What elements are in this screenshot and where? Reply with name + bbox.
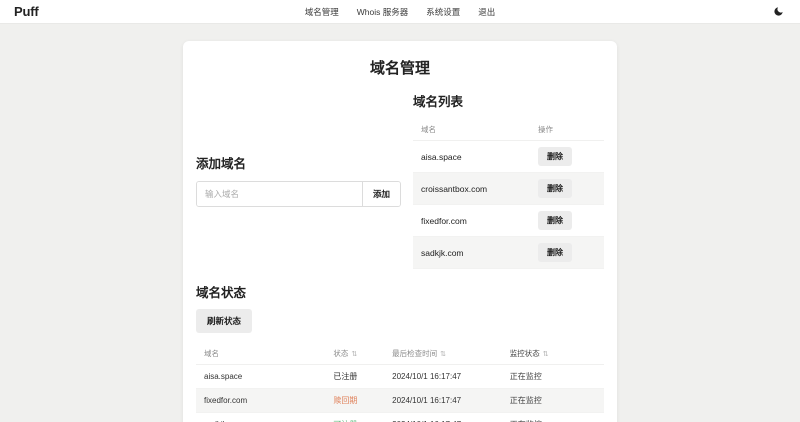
domain-name: aisa.space bbox=[421, 151, 462, 162]
delete-button[interactable]: 删除 bbox=[538, 211, 572, 230]
domain-list-rows: aisa.space 删除 croissantbox.com 删除 fixedf… bbox=[413, 141, 604, 269]
add-domain-form: 添加 bbox=[196, 181, 401, 207]
row-actions: 删除 bbox=[538, 243, 596, 262]
domain-name: croissantbox.com bbox=[421, 183, 488, 194]
column-header-domain: 域名 bbox=[421, 125, 436, 134]
last-checked-time: 2024/10/1 16:17:47 bbox=[392, 396, 462, 405]
nav-item[interactable]: 系统设置 bbox=[426, 6, 460, 18]
domain-name: sadkjk.com bbox=[421, 247, 464, 258]
nav-item[interactable]: 域名管理 bbox=[305, 6, 339, 18]
page-body: 域名管理 添加域名 添加 域名列表 域名 操作 bbox=[0, 24, 800, 422]
top-columns: 添加域名 添加 域名列表 域名 操作 bbox=[196, 91, 604, 269]
sort-icon: ⇅ bbox=[440, 351, 447, 358]
sort-icon: ⇅ bbox=[542, 351, 549, 358]
column-header-action: 操作 bbox=[538, 125, 553, 134]
column-header-status[interactable]: 状态 ⇅ bbox=[333, 348, 392, 359]
column-header-last-checked[interactable]: 最后检查时间 ⇅ bbox=[392, 348, 510, 359]
column-header-monitor-label: 监控状态 bbox=[509, 349, 540, 358]
domain-list-table: 域名 操作 aisa.space 删除 croissantbox.com 删除 … bbox=[413, 119, 604, 269]
navbar: Puff 域名管理 Whois 服务器 系统设置 退出 bbox=[0, 0, 800, 24]
domain-status-table: 域名 状态 ⇅ 最后检查时间 ⇅ 监控状态 ⇅ aisa.space 已注册 202 bbox=[196, 343, 604, 422]
row-actions: 删除 bbox=[538, 147, 596, 166]
domain-status-value: 已注册 bbox=[333, 372, 358, 381]
domain-list-section: 域名列表 域名 操作 aisa.space 删除 croissantbox.co… bbox=[413, 91, 604, 269]
domain-list-row: fixedfor.com 删除 bbox=[413, 205, 604, 237]
domain-list-header-row: 域名 操作 bbox=[413, 119, 604, 141]
domain-list-heading: 域名列表 bbox=[413, 95, 464, 109]
add-domain-button[interactable]: 添加 bbox=[361, 182, 400, 206]
delete-button[interactable]: 删除 bbox=[538, 179, 572, 198]
column-header-last-checked-label: 最后检查时间 bbox=[392, 349, 438, 358]
domain-management-card: 域名管理 添加域名 添加 域名列表 域名 操作 bbox=[183, 41, 617, 422]
status-row: fixedfor.com 赎回期 2024/10/1 16:17:47 正在监控 bbox=[196, 389, 604, 413]
domain-name: fixedfor.com bbox=[421, 215, 467, 226]
add-domain-section: 添加域名 添加 bbox=[196, 91, 401, 269]
refresh-status-button[interactable]: 刷新状态 bbox=[196, 309, 253, 333]
domain-status-heading: 域名状态 bbox=[196, 286, 247, 300]
nav-item[interactable]: Whois 服务器 bbox=[357, 6, 408, 18]
row-actions: 删除 bbox=[538, 179, 596, 198]
column-header-status-label: 状态 bbox=[333, 349, 349, 358]
status-rows: aisa.space 已注册 2024/10/1 16:17:47 正在监控 f… bbox=[196, 365, 604, 422]
status-header-row: 域名 状态 ⇅ 最后检查时间 ⇅ 监控状态 ⇅ bbox=[196, 343, 604, 365]
domain-list-row: croissantbox.com 删除 bbox=[413, 173, 604, 205]
status-row: sadkjk.com 可注册 2024/10/1 16:17:47 正在监控 bbox=[196, 413, 604, 422]
column-header-domain: 域名 bbox=[204, 349, 219, 358]
domain-name: fixedfor.com bbox=[204, 396, 248, 405]
column-header-monitor[interactable]: 监控状态 ⇅ bbox=[510, 348, 596, 359]
moon-icon bbox=[774, 7, 783, 16]
domain-status-value: 赎回期 bbox=[333, 396, 358, 405]
monitor-status: 正在监控 bbox=[509, 372, 542, 381]
delete-button[interactable]: 删除 bbox=[538, 147, 572, 166]
domain-input[interactable] bbox=[197, 182, 362, 206]
add-domain-heading: 添加域名 bbox=[196, 157, 247, 171]
delete-button[interactable]: 删除 bbox=[538, 243, 572, 262]
nav-links: 域名管理 Whois 服务器 系统设置 退出 bbox=[0, 6, 800, 18]
row-actions: 删除 bbox=[538, 211, 596, 230]
page-title: 域名管理 bbox=[369, 60, 430, 77]
theme-toggle-button[interactable] bbox=[771, 4, 786, 19]
sort-icon: ⇅ bbox=[351, 351, 358, 358]
status-row: aisa.space 已注册 2024/10/1 16:17:47 正在监控 bbox=[196, 365, 604, 389]
nav-item[interactable]: 退出 bbox=[478, 6, 495, 18]
domain-list-row: aisa.space 删除 bbox=[413, 141, 604, 173]
monitor-status: 正在监控 bbox=[509, 396, 542, 405]
domain-name: aisa.space bbox=[204, 372, 243, 381]
domain-list-row: sadkjk.com 删除 bbox=[413, 237, 604, 269]
last-checked-time: 2024/10/1 16:17:47 bbox=[392, 372, 462, 381]
